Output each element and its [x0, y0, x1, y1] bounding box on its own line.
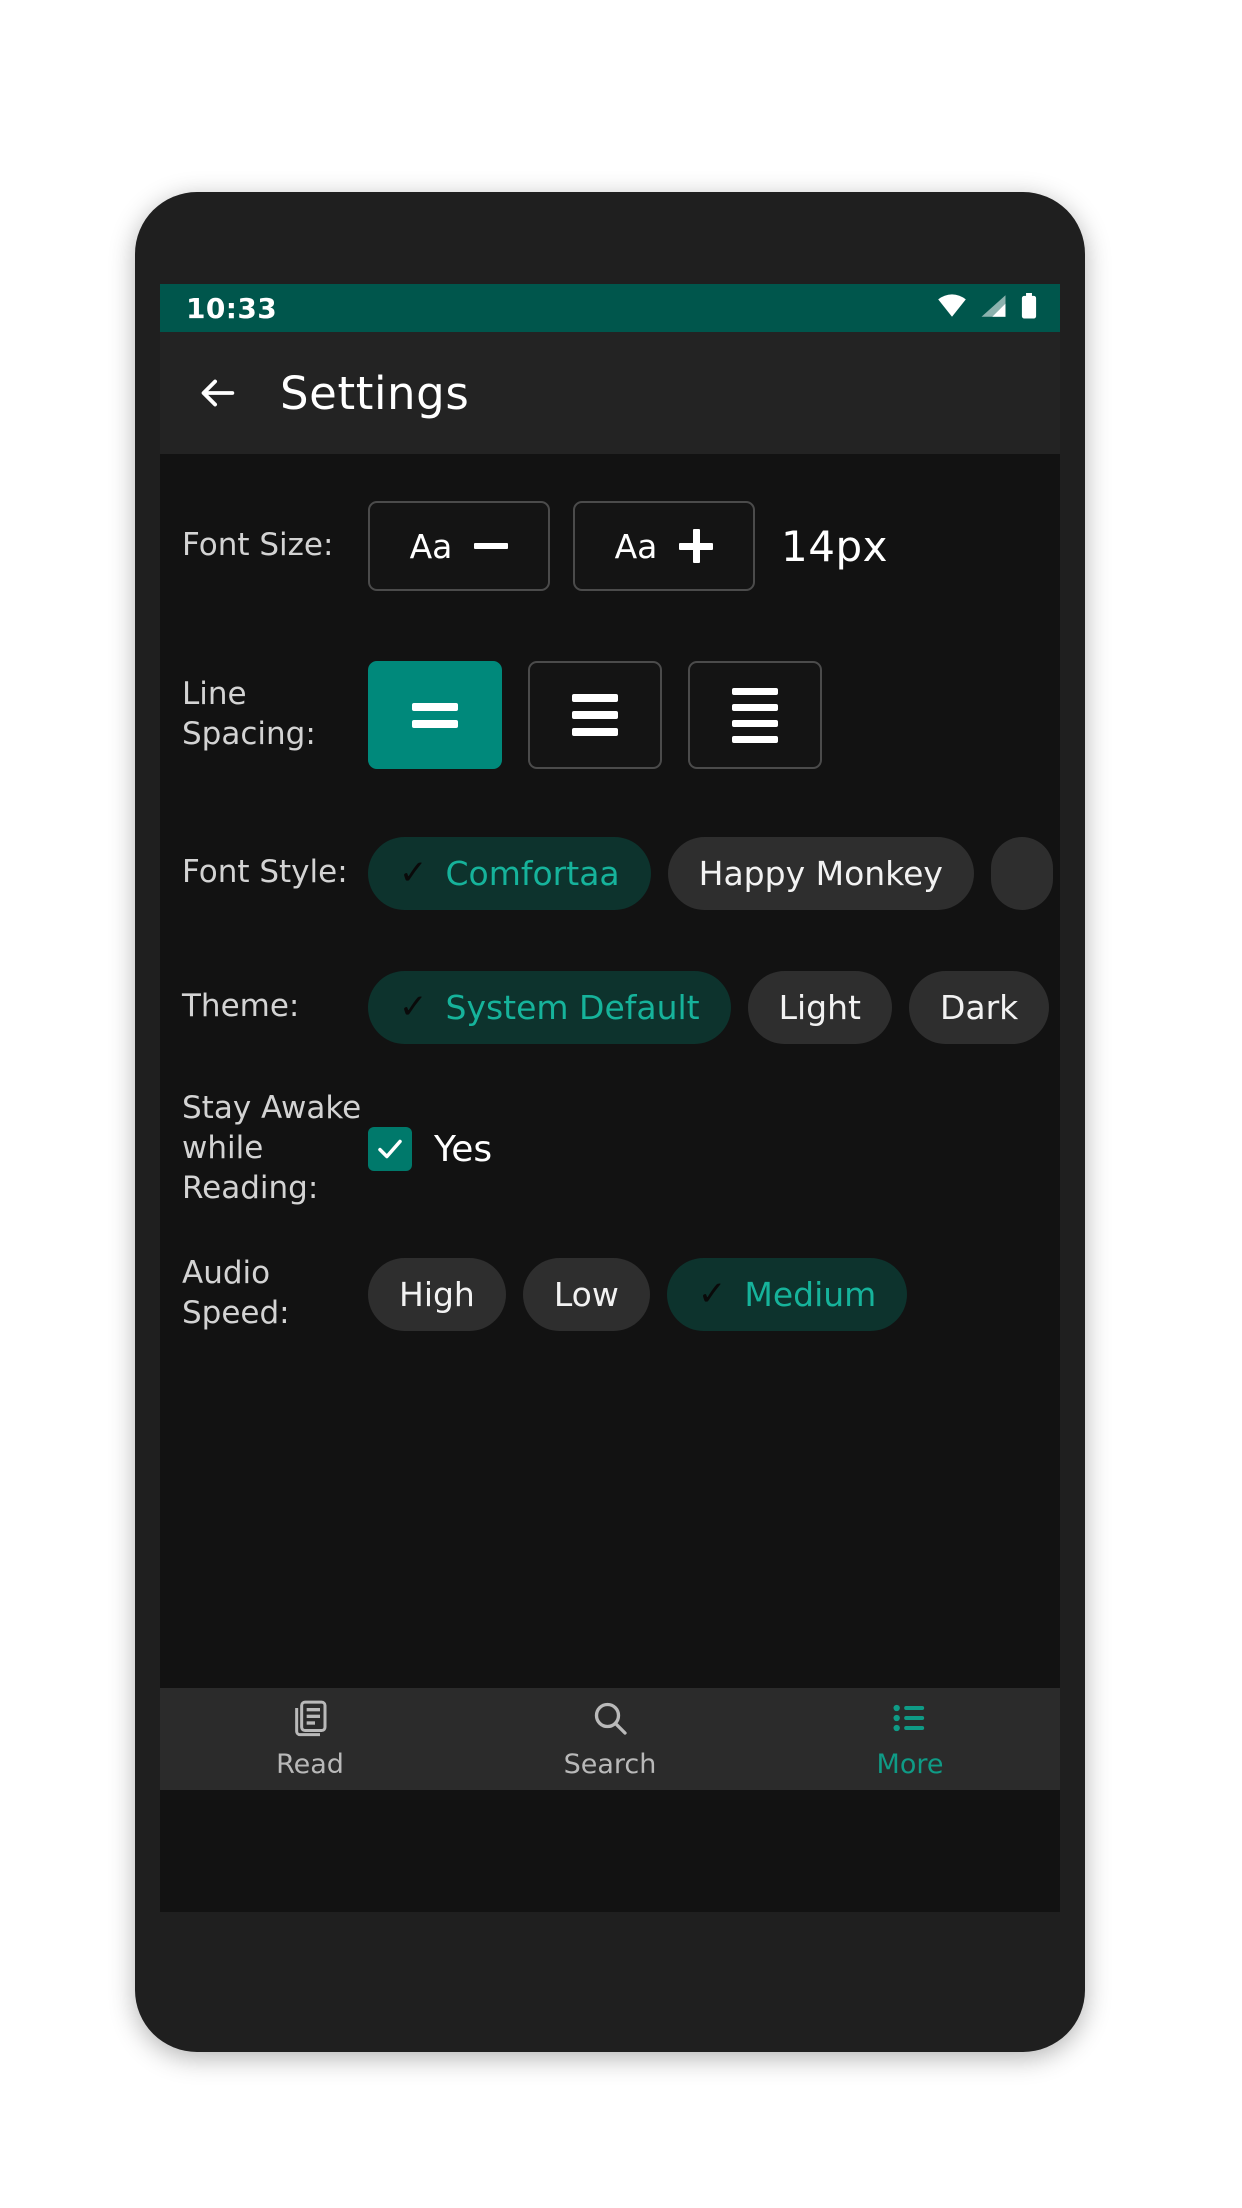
chip-label: Light	[778, 987, 861, 1027]
stay-awake-label-line1: Stay Awake	[182, 1090, 362, 1127]
wifi-icon	[937, 294, 967, 322]
chip-label: Comfortaa	[445, 853, 620, 893]
nav-item-read[interactable]: Read	[160, 1698, 460, 1780]
stay-awake-value: Yes	[434, 1128, 493, 1170]
audio-speed-chip-high[interactable]: High	[368, 1257, 506, 1331]
chip-label: Low	[553, 1274, 619, 1314]
audio-speed-label: Audio Speed:	[182, 1255, 290, 1331]
font-style-chip-track[interactable]: ✓ Comfortaa Happy Monkey	[368, 836, 1053, 910]
screenshot-canvas: 10:33 Settings Font Size: Aa Aa 14px Lin…	[0, 0, 1242, 2208]
chip-label: High	[399, 1274, 475, 1314]
setting-row-font-style: Font Style: ✓ Comfortaa Happy Monkey	[160, 806, 1060, 940]
spacing-bar	[732, 687, 778, 695]
chip-label: Medium	[744, 1274, 877, 1314]
theme-label: Theme:	[182, 988, 300, 1025]
status-bar-clock: 10:33	[186, 291, 278, 325]
font-style-chip-clipped[interactable]	[990, 836, 1053, 910]
nav-label: More	[876, 1749, 944, 1780]
setting-row-stay-awake: Stay Awake while Reading: Yes	[160, 1074, 1060, 1224]
plus-icon	[679, 529, 714, 563]
setting-row-font-size: Font Size: Aa Aa 14px	[160, 454, 1060, 624]
font-style-chip-happy-monkey[interactable]: Happy Monkey	[667, 836, 974, 910]
setting-row-theme: Theme: ✓ System Default Light Dark	[160, 940, 1060, 1074]
font-size-label: Font Size:	[182, 527, 334, 564]
battery-icon	[1020, 293, 1038, 323]
stay-awake-checkbox[interactable]	[368, 1127, 412, 1171]
line-spacing-option-medium[interactable]	[528, 661, 662, 769]
theme-chip-system-default[interactable]: ✓ System Default	[368, 970, 731, 1044]
chip-label: Dark	[939, 987, 1019, 1027]
app-bar: Settings	[160, 332, 1060, 454]
line-spacing-option-large[interactable]	[688, 661, 822, 769]
arrow-left-icon[interactable]	[194, 370, 240, 416]
spacing-bar	[412, 702, 458, 711]
audio-speed-chip-track[interactable]: High Low ✓ Medium	[368, 1257, 908, 1331]
setting-row-audio-speed: Audio Speed: High Low ✓ Medium	[160, 1224, 1060, 1364]
chip-label: Happy Monkey	[698, 853, 943, 893]
chip-label: System Default	[445, 987, 700, 1027]
nav-item-search[interactable]: Search	[460, 1698, 760, 1780]
font-size-decrease-label: Aa	[409, 526, 453, 566]
check-icon	[378, 1139, 402, 1159]
font-size-increase-button[interactable]: Aa	[573, 501, 755, 591]
audio-speed-chip-medium[interactable]: ✓ Medium	[666, 1257, 908, 1331]
list-icon	[890, 1698, 930, 1742]
font-style-label: Font Style:	[182, 854, 348, 891]
spacing-bar	[572, 694, 618, 702]
theme-chip-track[interactable]: ✓ System Default Light Dark	[368, 970, 1050, 1044]
spacing-bar	[732, 719, 778, 727]
page-title: Settings	[280, 366, 470, 420]
spacing-bar	[732, 735, 778, 743]
theme-chip-dark[interactable]: Dark	[908, 970, 1050, 1044]
spacing-bar	[732, 703, 778, 711]
search-icon	[590, 1698, 630, 1742]
nav-item-more[interactable]: More	[760, 1698, 1060, 1780]
setting-row-line-spacing: Line Spacing:	[160, 624, 1060, 806]
article-icon	[290, 1698, 330, 1742]
nav-label: Search	[563, 1749, 657, 1780]
stay-awake-label: Stay Awake while Reading:	[160, 1089, 368, 1208]
line-spacing-label: Line Spacing:	[182, 676, 316, 752]
spacing-bar	[572, 711, 618, 719]
status-bar-icons	[937, 293, 1038, 323]
check-icon: ✓	[399, 853, 428, 893]
spacing-bar	[572, 728, 618, 736]
theme-chip-light[interactable]: Light	[747, 970, 892, 1044]
bottom-navigation-bar: Read Search More	[160, 1688, 1060, 1790]
font-size-increase-label: Aa	[614, 526, 658, 566]
audio-speed-chip-low[interactable]: Low	[522, 1257, 650, 1331]
stay-awake-label-line2: while Reading:	[182, 1130, 319, 1206]
nav-label: Read	[276, 1749, 344, 1780]
status-bar: 10:33	[160, 284, 1060, 332]
minus-icon	[474, 543, 509, 549]
font-size-value: 14px	[781, 521, 888, 571]
settings-content: Font Size: Aa Aa 14px Line Spacing: Font…	[160, 454, 1060, 1790]
check-icon: ✓	[399, 987, 428, 1027]
check-icon: ✓	[697, 1274, 727, 1314]
line-spacing-option-small[interactable]	[368, 661, 502, 769]
phone-screen: 10:33 Settings Font Size: Aa Aa 14px Lin…	[160, 284, 1060, 1912]
spacing-bar	[412, 719, 458, 728]
cell-signal-icon	[980, 294, 1007, 322]
font-style-chip-comfortaa[interactable]: ✓ Comfortaa	[368, 836, 651, 910]
font-size-decrease-button[interactable]: Aa	[368, 501, 550, 591]
